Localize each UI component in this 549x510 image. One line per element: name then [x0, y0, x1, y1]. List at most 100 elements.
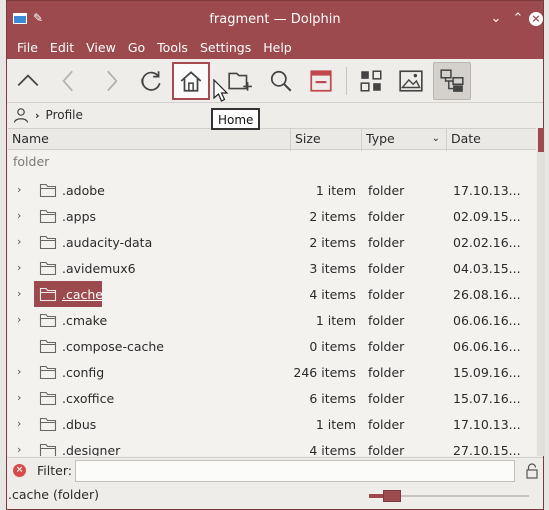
filter-bar: × Filter: [7, 457, 543, 483]
forward-icon [107, 70, 118, 92]
file-list-view[interactable]: Name Size Type ⌄ Date folder › .adobe 1 it… [8, 128, 536, 456]
file-name[interactable]: .compose-cache [62, 339, 164, 354]
search-icon [270, 70, 292, 92]
maximize-icon[interactable]: ⌃ [510, 11, 526, 27]
preview-panel-button[interactable] [302, 62, 340, 100]
reload-button[interactable] [132, 62, 170, 100]
back-icon [62, 70, 73, 92]
file-date: 17.10.13... [453, 417, 521, 432]
file-date: 06.06.16... [453, 313, 521, 328]
file-name[interactable]: .cmake [62, 313, 107, 328]
column-name[interactable]: Name [8, 129, 291, 151]
column-date[interactable]: Date [447, 129, 536, 151]
window-title: fragment — Dolphin [209, 12, 341, 27]
forward-button[interactable] [92, 62, 130, 100]
expand-arrow-icon[interactable]: › [17, 287, 21, 300]
expand-arrow-icon[interactable]: › [17, 209, 21, 222]
file-row[interactable]: › .config 246 items folder 15.09.16... [8, 359, 536, 385]
file-type: folder [368, 365, 405, 380]
menu-view[interactable]: View [80, 37, 122, 59]
file-name[interactable]: .avidemux6 [62, 261, 136, 276]
file-name[interactable]: .config [62, 365, 104, 380]
lock-icon[interactable] [525, 463, 539, 479]
zoom-slider-track [392, 495, 529, 497]
file-row[interactable]: › .adobe 1 item folder 17.10.13... [8, 177, 536, 203]
expand-arrow-icon[interactable]: › [17, 313, 21, 326]
folder-icon [39, 339, 57, 354]
file-date: 15.09.16... [453, 365, 521, 380]
column-header: Name Size Type ⌄ Date [8, 128, 536, 151]
file-name[interactable]: .cxoffice [62, 391, 114, 406]
file-row[interactable]: › .audacity-data 2 items folder 02.02.16... [8, 229, 536, 255]
menu-help[interactable]: Help [257, 37, 298, 59]
folder-icon [39, 235, 57, 250]
expand-arrow-icon[interactable]: › [17, 183, 21, 196]
file-name[interactable]: .cache [62, 287, 103, 302]
expand-arrow-icon[interactable]: › [17, 417, 21, 430]
file-row[interactable]: .compose-cache 0 items folder 06.06.16... [8, 333, 536, 359]
preview-view-icon [399, 70, 423, 92]
preview-view-button[interactable] [392, 62, 430, 100]
file-name[interactable]: .adobe [62, 183, 105, 198]
expand-arrow-icon[interactable]: › [17, 365, 21, 378]
file-row[interactable]: › .cache 4 items folder 26.08.16... [8, 281, 536, 307]
file-type: folder [368, 235, 405, 250]
column-type[interactable]: Type ⌄ [362, 129, 447, 151]
minimize-icon[interactable]: ⌄ [488, 11, 504, 27]
zoom-slider-handle[interactable] [383, 490, 401, 502]
file-size: 3 items [309, 261, 356, 276]
expand-arrow-icon[interactable]: › [17, 391, 21, 404]
file-size: 6 items [309, 391, 356, 406]
file-type: folder [368, 339, 405, 354]
file-row[interactable]: › .cmake 1 item folder 06.06.16... [8, 307, 536, 333]
file-row[interactable]: › .dbus 1 item folder 17.10.13... [8, 411, 536, 437]
file-type: folder [368, 287, 405, 302]
group-header: folder [13, 154, 50, 169]
file-date: 06.06.16... [453, 339, 521, 354]
column-size[interactable]: Size [291, 129, 362, 151]
file-date: 02.09.15... [453, 209, 521, 224]
user-folder-icon[interactable] [13, 107, 29, 123]
split-view-button[interactable] [433, 62, 471, 100]
home-tooltip: Home [211, 108, 261, 130]
file-date: 04.03.15... [453, 261, 521, 276]
expand-arrow-icon[interactable]: › [17, 235, 21, 248]
file-row[interactable]: › .designer 4 items folder 27.10.15... [8, 437, 536, 456]
up-button[interactable] [9, 62, 47, 100]
menu-tools[interactable]: Tools [151, 37, 194, 59]
icons-view-button[interactable] [352, 62, 390, 100]
close-icon[interactable]: × [529, 12, 543, 26]
file-date: 15.07.16... [453, 391, 521, 406]
title-bar[interactable]: ✎ fragment — Dolphin ⌄ ⌃ × [7, 1, 543, 37]
expand-arrow-icon[interactable]: › [17, 261, 21, 274]
file-type: folder [368, 313, 405, 328]
mouse-cursor-icon [213, 79, 229, 102]
file-date: 27.10.15... [453, 443, 521, 456]
folder-icon [39, 183, 57, 198]
file-name[interactable]: .apps [62, 209, 96, 224]
vertical-scrollbar[interactable] [537, 128, 545, 456]
menu-go[interactable]: Go [122, 37, 151, 59]
back-button[interactable] [50, 62, 88, 100]
breadcrumb-item-profile[interactable]: Profile [46, 108, 83, 122]
menu-bar: File Edit View Go Tools Settings Help [7, 37, 543, 59]
close-filter-icon[interactable]: × [13, 464, 26, 477]
file-name[interactable]: .designer [62, 443, 120, 456]
filter-input[interactable] [75, 460, 515, 482]
file-type: folder [368, 391, 405, 406]
scrollbar-thumb[interactable] [538, 128, 544, 152]
menu-settings[interactable]: Settings [194, 37, 257, 59]
file-type: folder [368, 261, 405, 276]
file-name[interactable]: .audacity-data [62, 235, 152, 250]
zoom-slider[interactable] [369, 490, 529, 502]
home-button[interactable] [172, 62, 210, 100]
search-button[interactable] [262, 62, 300, 100]
menu-file[interactable]: File [11, 37, 44, 59]
breadcrumb-separator-icon[interactable]: › [35, 109, 40, 122]
file-name[interactable]: .dbus [62, 417, 96, 432]
expand-arrow-icon[interactable]: › [17, 443, 21, 456]
menu-edit[interactable]: Edit [44, 37, 80, 59]
file-row[interactable]: › .apps 2 items folder 02.09.15... [8, 203, 536, 229]
file-row[interactable]: › .avidemux6 3 items folder 04.03.15... [8, 255, 536, 281]
file-row[interactable]: › .cxoffice 6 items folder 15.07.16... [8, 385, 536, 411]
